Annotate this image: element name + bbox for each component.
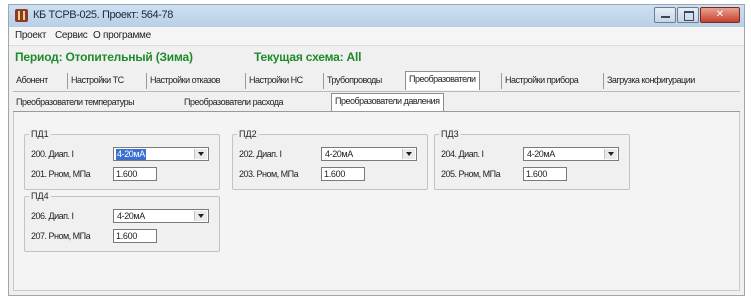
rnom-label: 207. Рном, МПа [31,231,91,241]
rnom-input[interactable]: 1.600 [321,167,365,181]
sensor-group-pd1: ПД1 200. Диап. I 4-20мА 201. Рном, МПа 1… [24,129,220,190]
chevron-down-icon[interactable] [402,149,415,159]
sensor-group-pd3: ПД3 204. Диап. I 4-20мА 205. Рном, МПа 1… [434,129,630,190]
range-value: 4-20мА [116,149,146,160]
tab-config-upload[interactable]: Загрузка конфигурации [603,73,698,89]
tab-pipelines[interactable]: Трубопроводы [323,73,385,89]
range-label: 202. Диап. I [239,149,282,159]
rnom-label: 201. Рном, МПа [31,169,91,179]
tab-divider [13,91,740,92]
group-title: ПД2 [237,129,259,139]
subtab-flow[interactable]: Преобразователи расхода [181,95,286,111]
pressure-panel: ПД1 200. Диап. I 4-20мА 201. Рном, МПа 1… [13,112,740,291]
main-tabs: Абонент Настройки ТС Настройки отказов Н… [13,71,740,90]
tab-transducers[interactable]: Преобразователи [405,71,480,90]
chevron-down-icon[interactable] [604,149,617,159]
app-logo-icon [15,9,28,22]
title-bar[interactable]: КБ ТСРВ-025. Проект: 564-78 [9,5,744,28]
period-status: Период: Отопительный (Зима) [15,50,193,64]
menu-item-about[interactable]: О программе [93,30,151,41]
group-title: ПД3 [439,129,461,139]
rnom-input[interactable]: 1.600 [523,167,567,181]
range-select[interactable]: 4-20мА [523,147,619,161]
range-value: 4-20мА [527,149,555,159]
range-label: 200. Диап. I [31,149,74,159]
chevron-down-icon[interactable] [194,149,207,159]
range-label: 206. Диап. I [31,211,74,221]
range-select[interactable]: 4-20мА [113,147,209,161]
window-controls [654,7,740,23]
menu-item-service[interactable]: Сервис [55,30,88,41]
rnom-label: 205. Рном, МПа [441,169,501,179]
sensor-group-pd2: ПД2 202. Диап. I 4-20мА 203. Рном, МПа 1… [232,129,428,190]
scheme-status: Текущая схема: All [254,50,362,64]
range-value: 4-20мА [325,149,353,159]
range-select[interactable]: 4-20мА [113,209,209,223]
range-value: 4-20мА [117,211,145,221]
tab-ns-settings[interactable]: Настройки НС [245,73,306,89]
rnom-label: 203. Рном, МПа [239,169,299,179]
menu-item-project[interactable]: Проект [15,30,46,41]
app-window: КБ ТСРВ-025. Проект: 564-78 Проект Серви… [8,4,745,296]
group-title: ПД4 [29,191,51,201]
maximize-button[interactable] [677,7,699,23]
tab-ts-settings[interactable]: Настройки ТС [67,73,127,89]
sensor-group-pd4: ПД4 206. Диап. I 4-20мА 207. Рном, МПа 1… [24,191,220,252]
sub-tabs: Преобразователи температуры Преобразоват… [13,93,740,112]
subtab-pressure[interactable]: Преобразователи давления [331,93,444,112]
rnom-input[interactable]: 1.600 [113,229,157,243]
range-select[interactable]: 4-20мА [321,147,417,161]
tab-failure-settings[interactable]: Настройки отказов [146,73,223,89]
minimize-button[interactable] [654,7,676,23]
subtab-temperature[interactable]: Преобразователи температуры [13,95,137,111]
group-title: ПД1 [29,129,51,139]
chevron-down-icon[interactable] [194,211,207,221]
tab-abonent[interactable]: Абонент [13,73,51,89]
range-label: 204. Диап. I [441,149,484,159]
window-title: КБ ТСРВ-025. Проект: 564-78 [33,9,173,21]
menu-bar: Проект Сервис О программе [9,27,744,46]
tab-device-settings[interactable]: Настройки прибора [501,73,581,89]
close-button[interactable] [700,7,740,23]
rnom-input[interactable]: 1.600 [113,167,157,181]
